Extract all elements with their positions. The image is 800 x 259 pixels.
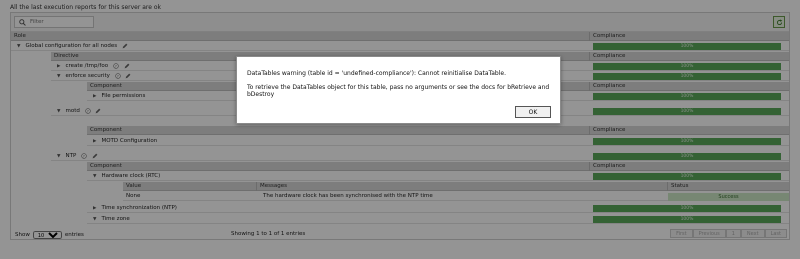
dialog-message: DataTables warning (table id = 'undefine… [247, 70, 506, 77]
dialog-hint: To retrieve the DataTables object for th… [247, 84, 550, 98]
ok-button[interactable]: OK [515, 106, 551, 118]
modal-overlay [0, 0, 800, 259]
datatables-warning-dialog: DataTables warning (table id = 'undefine… [236, 56, 561, 124]
page: All the last execution reports for this … [0, 0, 800, 259]
